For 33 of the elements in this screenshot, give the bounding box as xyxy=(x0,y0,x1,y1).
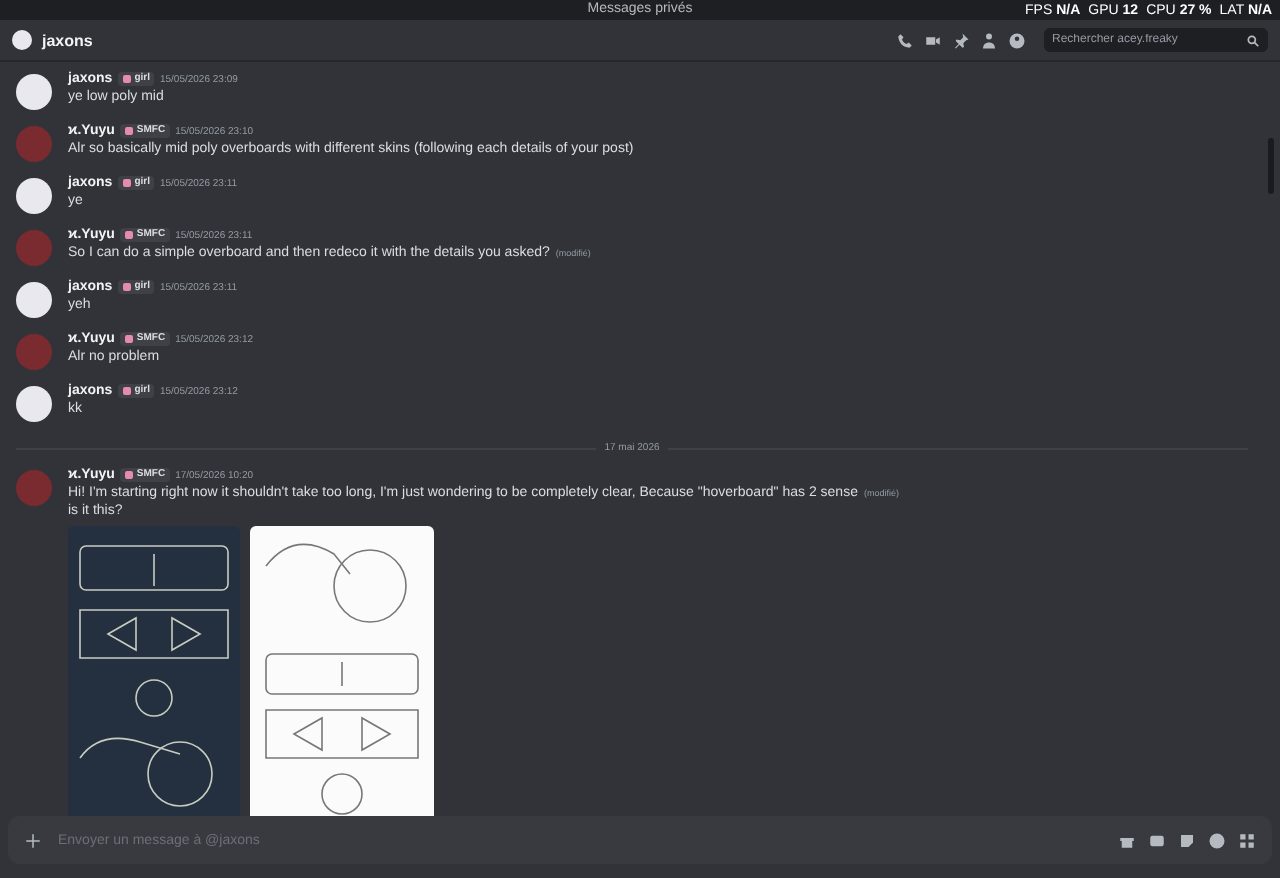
badge-icon xyxy=(124,470,135,480)
add-friend-button[interactable] xyxy=(980,31,998,49)
pin-icon xyxy=(952,31,970,49)
sticker-button[interactable] xyxy=(1178,831,1196,849)
badge-icon xyxy=(122,74,133,84)
channel-name: jaxons xyxy=(42,31,95,49)
avatar[interactable] xyxy=(16,386,52,422)
call-button[interactable] xyxy=(896,31,914,49)
plus-icon xyxy=(24,831,42,849)
badge-icon xyxy=(122,386,133,396)
sticker-icon xyxy=(1178,831,1196,849)
profile-button[interactable] xyxy=(1008,31,1026,49)
badge-icon xyxy=(122,282,133,292)
avatar[interactable] xyxy=(16,74,52,110)
badge-icon xyxy=(122,178,133,188)
avatar xyxy=(12,30,32,50)
blueprint-drawing[interactable] xyxy=(68,526,240,816)
profile-icon xyxy=(1008,31,1026,49)
avatar[interactable] xyxy=(16,282,52,318)
badge-icon xyxy=(124,334,135,344)
avatar[interactable] xyxy=(16,178,52,214)
phone-icon xyxy=(896,31,914,49)
grid-icon xyxy=(1238,831,1256,849)
badge-icon xyxy=(124,126,135,136)
pin-button[interactable] xyxy=(952,31,970,49)
apps-button[interactable] xyxy=(1238,831,1256,849)
video-button[interactable] xyxy=(924,31,942,49)
hoverboard-drawing[interactable] xyxy=(250,526,434,816)
video-icon xyxy=(924,31,942,49)
attach-button[interactable] xyxy=(24,831,42,849)
search-icon xyxy=(1246,33,1260,47)
badge-icon xyxy=(124,230,135,240)
people-icon xyxy=(980,31,998,49)
